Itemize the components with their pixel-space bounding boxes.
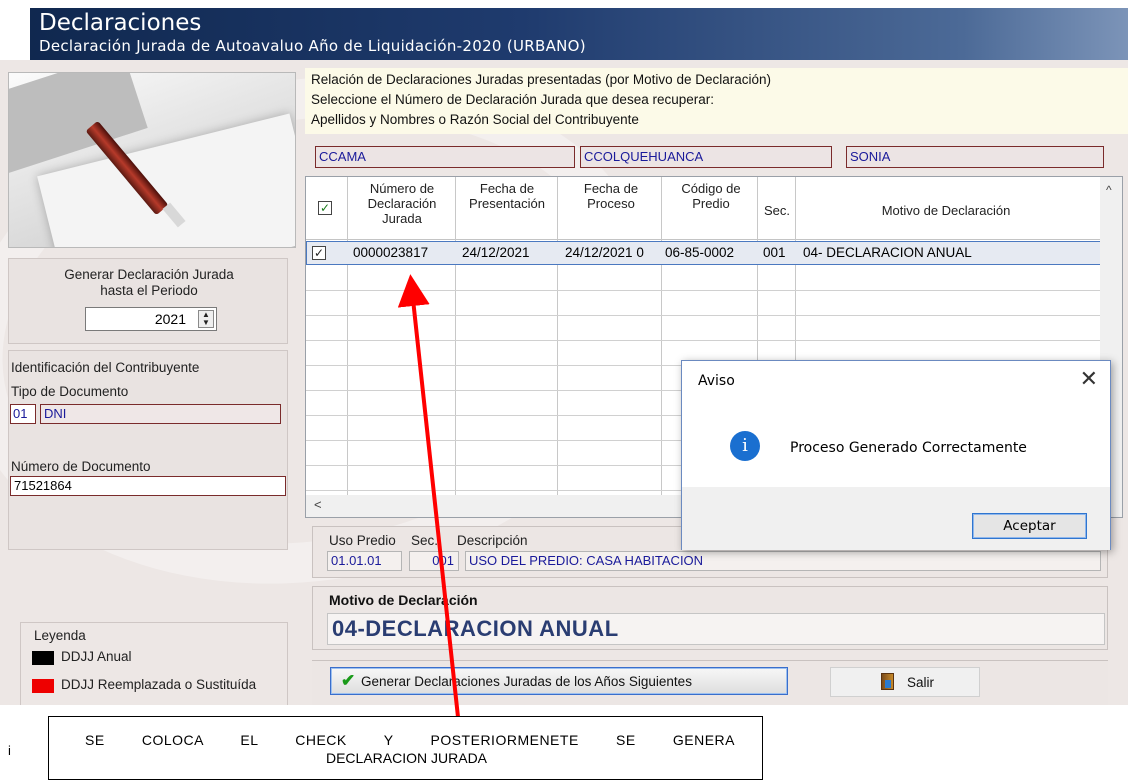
dialog-message: Proceso Generado Correctamente: [790, 440, 1027, 456]
button-bar: ✔ Generar Declaraciones Juradas de los A…: [312, 660, 1108, 705]
generate-label-1: Generar Declaración Jurada: [64, 267, 234, 282]
legend-swatch-black: [32, 651, 54, 665]
info-line-2: Seleccione el Número de Declaración Jura…: [311, 92, 714, 107]
doc-number-label: Número de Documento: [11, 459, 151, 474]
legend-item-reemplazada: DDJJ Reemplazada o Sustituída: [61, 677, 257, 692]
descripcion-label: Descripción: [457, 533, 528, 548]
generate-declarations-button[interactable]: ✔ Generar Declaraciones Juradas de los A…: [330, 667, 788, 695]
taxpayer-id-heading: Identificación del Contribuyente: [11, 360, 200, 375]
generate-label-2: hasta el Periodo: [100, 283, 198, 298]
doc-type-field[interactable]: DNI: [40, 404, 281, 424]
annotation-line-1: SE COLOCA EL CHECK Y POSTERIORMENETE SE …: [85, 732, 735, 748]
dialog-title: Aviso: [698, 373, 735, 389]
legend-swatch-red: [32, 679, 54, 693]
year-value: 2021: [154, 311, 186, 327]
motivo-value: 04-DECLARACION ANUAL: [327, 613, 1105, 645]
title-bar: Declaraciones Declaración Jurada de Auto…: [30, 8, 1128, 60]
table-row[interactable]: ✓ 0000023817 24/12/2021 24/12/2021 0 06-…: [306, 241, 1101, 265]
annotation-note: SE COLOCA EL CHECK Y POSTERIORMENETE SE …: [48, 716, 763, 780]
surname-1-field: CCAMA: [315, 146, 575, 168]
aviso-dialog: Aviso ✕ i Proceso Generado Correctamente…: [681, 360, 1111, 550]
surname-2-field: CCOLQUEHUANCA: [580, 146, 832, 168]
spinner-arrows-icon[interactable]: ▲ ▼: [198, 310, 214, 328]
exit-button-label: Salir: [907, 675, 935, 690]
sec-label: Sec.: [411, 533, 439, 548]
legend-heading: Leyenda: [34, 628, 86, 643]
info-line-1: Relación de Declaraciones Juradas presen…: [311, 72, 771, 87]
sec-field: 001: [409, 551, 459, 571]
cell-fecha-proceso: 24/12/2021 0: [565, 245, 644, 260]
doc-type-code-field[interactable]: 01: [10, 404, 36, 424]
info-bar: Relación de Declaraciones Juradas presen…: [305, 68, 1128, 134]
exit-button[interactable]: Salir: [830, 667, 980, 697]
checkmark-icon: ✔: [341, 671, 356, 690]
doc-type-label: Tipo de Documento: [11, 384, 129, 399]
motivo-label: Motivo de Declaración: [329, 592, 478, 608]
col-header-fecha-presentacion[interactable]: Fecha de Presentación: [456, 181, 558, 211]
screenshot-root: Declaraciones Declaración Jurada de Auto…: [0, 0, 1128, 780]
uso-predio-label: Uso Predio: [329, 533, 396, 548]
exit-door-icon: [881, 673, 894, 690]
cell-fecha-presentacion: 24/12/2021: [462, 245, 530, 260]
descripcion-field: USO DEL PREDIO: CASA HABITACION: [465, 551, 1101, 571]
col-header-sec[interactable]: Sec.: [758, 203, 796, 218]
legend-panel: Leyenda DDJJ Anual DDJJ Reemplazada o Su…: [20, 622, 288, 705]
motivo-panel: Motivo de Declaración 04-DECLARACION ANU…: [312, 586, 1108, 650]
info-line-3: Apellidos y Nombres o Razón Social del C…: [311, 112, 639, 127]
uso-predio-field: 01.01.01: [327, 551, 402, 571]
select-all-checkbox[interactable]: ✓: [318, 201, 332, 215]
given-name-field: SONIA: [846, 146, 1104, 168]
cell-motivo: 04- DECLARACION ANUAL: [803, 245, 972, 260]
scroll-left-icon[interactable]: <: [314, 497, 322, 512]
cell-numero: 0000023817: [353, 245, 429, 260]
cell-sec: 001: [763, 245, 786, 260]
cell-codigo-predio: 06-85-0002: [665, 245, 735, 260]
col-header-numero[interactable]: Número de Declaración Jurada: [350, 181, 454, 226]
window-title: Declaraciones: [39, 10, 202, 36]
header-photo: [8, 72, 296, 248]
legend-item-anual: DDJJ Anual: [61, 649, 132, 664]
col-header-codigo-predio[interactable]: Código de Predio: [668, 181, 754, 211]
stray-char: i: [8, 743, 11, 758]
col-header-motivo[interactable]: Motivo de Declaración: [796, 203, 1096, 218]
info-icon: i: [730, 431, 760, 461]
col-header-fecha-proceso[interactable]: Fecha de Proceso: [566, 181, 656, 211]
doc-number-field[interactable]: 71521864: [10, 476, 286, 496]
close-icon[interactable]: ✕: [1080, 367, 1098, 392]
annotation-line-2: DECLARACION JURADA: [325, 750, 488, 766]
row-checkbox[interactable]: ✓: [312, 246, 326, 260]
accept-button[interactable]: Aceptar: [972, 513, 1087, 539]
window-subtitle: Declaración Jurada de Autoavaluo Año de …: [39, 37, 586, 55]
taxpayer-id-panel: Identificación del Contribuyente Tipo de…: [8, 350, 288, 550]
generate-button-label: Generar Declaraciones Juradas de los Año…: [361, 674, 692, 689]
generate-period-panel: Generar Declaración Jurada hasta el Peri…: [8, 258, 288, 344]
scroll-up-icon[interactable]: ^: [1106, 183, 1112, 197]
dialog-footer: Aceptar: [682, 487, 1110, 550]
year-spinbox[interactable]: 2021 ▲ ▼: [85, 307, 217, 331]
